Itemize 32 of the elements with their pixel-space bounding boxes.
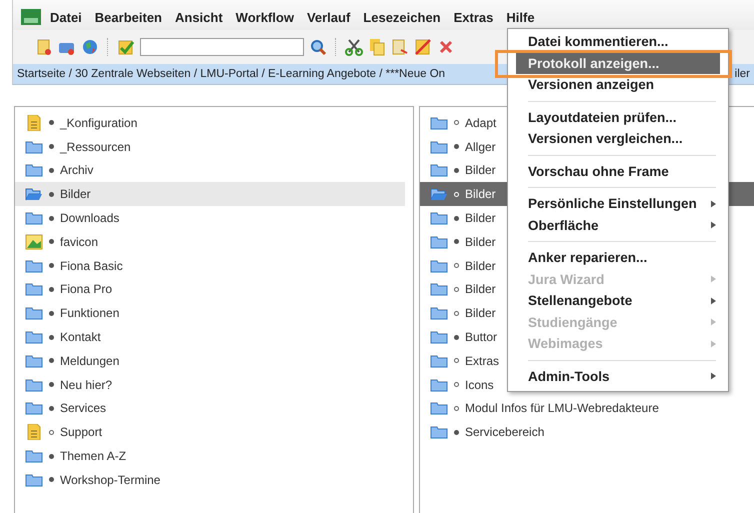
tree-item-label: favicon	[60, 234, 98, 249]
list-item-label: Adapt	[465, 116, 496, 130]
list-item-label: Bilder	[465, 282, 496, 296]
tree-item-label: Funktionen	[60, 306, 120, 320]
list-item-label: Bilder	[465, 234, 496, 249]
tree-item-label: Themen A-Z	[60, 449, 126, 464]
tree-item-label: Fiona Pro	[60, 282, 112, 296]
list-item-label: Servicebereich	[465, 425, 544, 440]
list-item-label: Bilder	[465, 211, 496, 226]
list-item-label: Buttor	[465, 330, 498, 344]
tree-item-label: _Ressourcen	[60, 140, 131, 154]
tree-item-label: Kontakt	[60, 330, 101, 344]
breadcrumb-path: Startseite / 30 Zentrale Webseiten / LMU-Portal / E-Learning Angebote / ***Neue On	[17, 68, 446, 80]
list-item-label: Modul Infos für LMU-Webredakteure	[465, 401, 659, 416]
tree-item-label: Meldungen	[60, 354, 120, 368]
breadcrumb-path: iler	[734, 68, 750, 80]
list-item-label: Allger	[465, 140, 496, 154]
tree-item-label: Downloads	[60, 211, 120, 226]
tree-item-label: Archiv	[60, 163, 94, 178]
list-item-label: Bilder	[465, 258, 496, 273]
tree-item-label: _Konfiguration	[60, 116, 138, 130]
list-item-label: Bilder	[465, 187, 496, 202]
tree-item-label: Fiona Basic	[60, 258, 123, 273]
list-item-label: Bilder	[465, 163, 496, 178]
tree-item-label: Neu hier?	[60, 378, 112, 392]
list-item-label: Icons	[465, 378, 494, 392]
tree-item-label: Workshop-Termine	[60, 472, 160, 487]
tree-item-label: Bilder	[60, 187, 91, 202]
tree-item-label: Services	[60, 401, 106, 416]
tree-item-label: Support	[60, 425, 102, 440]
list-item-label: Bilder	[465, 306, 496, 320]
list-item-label: Extras	[465, 354, 500, 368]
